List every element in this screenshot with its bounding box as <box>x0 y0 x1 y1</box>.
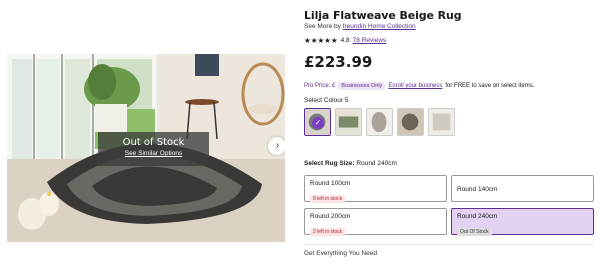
stock-badge: 2 left in stock <box>310 228 346 236</box>
size-option-label: Round 140cm <box>457 186 498 193</box>
select-colour-label: Select Colour 5 <box>304 97 349 104</box>
divider <box>304 244 594 245</box>
out-of-stock-overlay: Out of Stock See Similar Options <box>98 132 209 166</box>
size-option-round-100[interactable]: Round 100cm 8 left in stock <box>304 175 447 203</box>
stock-badge: Out Of Stock <box>457 228 492 236</box>
product-title: Lilja Flatweave Beige Rug <box>304 9 462 22</box>
see-more-prefix: See More by <box>304 23 341 30</box>
pro-price-row: Pro Price: £ Businesses Only Enroll your… <box>304 82 534 90</box>
stock-badge: 8 left in stock <box>310 195 346 203</box>
get-everything-heading: Get Everything You Need <box>304 250 377 257</box>
chevron-right-icon: › <box>275 140 280 151</box>
checkmark-icon: ✓ <box>312 117 324 129</box>
star-rating-icon: ★★★★★ <box>304 36 338 45</box>
colour-swatches: ✓ <box>304 108 455 136</box>
brand-link[interactable]: freundin Home Collection <box>343 23 416 30</box>
size-option-round-140[interactable]: Round 140cm <box>451 175 594 202</box>
see-similar-link[interactable]: See Similar Options <box>98 150 209 157</box>
rating-value: 4.8 <box>340 37 350 44</box>
size-option-label: Round 100cm <box>310 180 351 187</box>
rating-row: ★★★★★ 4.8 78 Reviews <box>304 36 386 45</box>
pro-price-label: Pro Price: £ <box>304 83 336 89</box>
size-option-round-200[interactable]: Round 200cm 2 left in stock <box>304 208 447 236</box>
select-size-prefix: Select Rug Size: <box>304 160 355 167</box>
select-size-label: Select Rug Size: Round 240cm <box>304 160 397 167</box>
see-more-by: See More by freundin Home Collection <box>304 23 416 30</box>
businesses-only-badge: Businesses Only <box>338 82 386 90</box>
select-size-value: Round 240cm <box>356 160 397 167</box>
pro-price-suffix: for FREE to save on select items. <box>445 83 535 89</box>
colour-swatch[interactable] <box>335 108 362 136</box>
colour-swatch[interactable] <box>366 108 393 136</box>
colour-swatch[interactable] <box>428 108 455 136</box>
product-image[interactable]: Out of Stock See Similar Options › <box>7 54 285 242</box>
next-image-button[interactable]: › <box>268 137 285 155</box>
colour-swatch[interactable] <box>397 108 424 136</box>
enroll-business-link[interactable]: Enroll your business <box>388 83 442 89</box>
size-option-label: Round 200cm <box>310 213 351 220</box>
product-price: £223.99 <box>304 53 373 71</box>
out-of-stock-title: Out of Stock <box>122 137 185 148</box>
reviews-link[interactable]: 78 Reviews <box>353 37 387 44</box>
colour-swatch[interactable]: ✓ <box>304 108 331 136</box>
size-option-round-240[interactable]: Round 240cm Out Of Stock <box>451 208 594 236</box>
size-option-label: Round 240cm <box>457 213 498 220</box>
